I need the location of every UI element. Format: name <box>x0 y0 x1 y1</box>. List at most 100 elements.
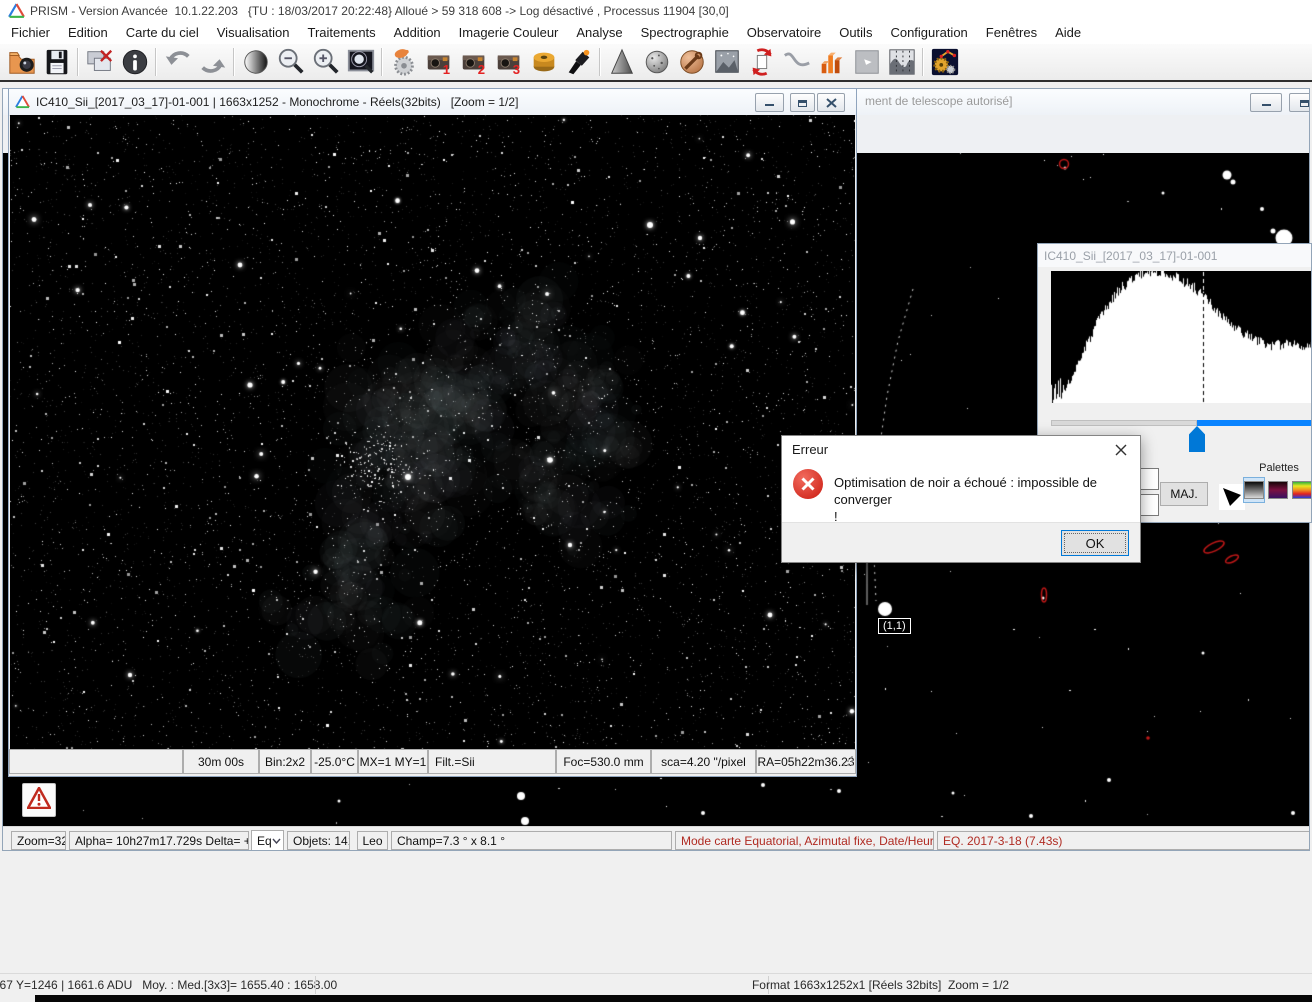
svg-text:2: 2 <box>477 62 484 77</box>
menu-item-carte-du-ciel[interactable]: Carte du ciel <box>117 22 208 44</box>
close-button[interactable] <box>817 93 845 112</box>
image-status-segment: Filt.=Sii <box>428 749 556 774</box>
histogram-slider-track[interactable] <box>1051 420 1197 426</box>
update-button[interactable]: MAJ. <box>1160 482 1208 506</box>
camera-2-icon[interactable]: 2 <box>456 46 491 78</box>
taskbar-edge[interactable] <box>35 995 1312 1002</box>
palette-grayscale[interactable] <box>1244 481 1264 499</box>
minimize-button[interactable] <box>1250 93 1282 112</box>
image-info-icon[interactable] <box>117 46 152 78</box>
format-readout: Format 1663x1252x1 [Réels 32bits] Zoom =… <box>768 974 993 996</box>
black-arrow-tool[interactable] <box>1219 484 1245 510</box>
minimize-button[interactable] <box>755 93 784 112</box>
palettes-label: Palettes <box>1243 462 1312 474</box>
toolbar-separator <box>155 48 157 76</box>
app-title: PRISM - Version Avancée 10.1.22.203 {TU … <box>30 4 729 18</box>
toolbar-separator <box>922 48 924 76</box>
menu-item-addition[interactable]: Addition <box>385 22 450 44</box>
sky-object-label: (1,1) <box>878 618 911 634</box>
image-display-icon[interactable] <box>709 46 744 78</box>
restore-button[interactable] <box>790 93 815 112</box>
image-status-segment: Foc=530.0 mm <box>556 749 651 774</box>
menu-item-observatoire[interactable]: Observatoire <box>738 22 830 44</box>
menu-item-fichier[interactable]: Fichier <box>2 22 59 44</box>
restore-button[interactable] <box>1289 93 1310 112</box>
error-dialog-footer: OK <box>782 522 1140 562</box>
palette-option[interactable] <box>1268 478 1288 502</box>
menu-item-aide[interactable]: Aide <box>1046 22 1090 44</box>
spline-curve-icon[interactable] <box>779 46 814 78</box>
sky-chart-title: ment de telescope autorisé] <box>865 94 1012 108</box>
prism-logo-icon <box>8 3 25 24</box>
sky-status-segment: Mode carte Equatorial, Azimutal fixe, Da… <box>675 831 934 850</box>
prism-application: PRISM - Version Avancée 10.1.22.203 {TU … <box>0 0 1312 1002</box>
image-window: IC410_Sii_[2017_03_17]-01-001 | 1663x125… <box>8 88 857 777</box>
histogram-slider-handle[interactable] <box>1189 426 1205 452</box>
save-image-icon[interactable] <box>39 46 74 78</box>
close-images-icon[interactable] <box>82 46 117 78</box>
image-status-segment: Bin:2x2 <box>259 749 311 774</box>
zoom-out-icon[interactable] <box>273 46 308 78</box>
planet-sphere-icon[interactable] <box>639 46 674 78</box>
zoom-in-icon[interactable] <box>308 46 343 78</box>
palette-rainbow[interactable] <box>1292 481 1312 499</box>
resize-grip[interactable] <box>842 754 854 772</box>
palette-row <box>1243 477 1312 503</box>
close-icon[interactable] <box>1112 442 1130 458</box>
hand-gear-icon[interactable] <box>386 46 421 78</box>
palette-option[interactable] <box>1243 477 1265 503</box>
image-preview-icon[interactable] <box>343 46 378 78</box>
automation-gears-icon[interactable] <box>927 46 962 78</box>
menu-item-analyse[interactable]: Analyse <box>567 22 631 44</box>
image-status-segment: RA=05h22m36.23 <box>756 749 856 774</box>
app-titlebar[interactable]: PRISM - Version Avancée 10.1.22.203 {TU … <box>0 0 1312 22</box>
camera-3-icon[interactable]: 3 <box>491 46 526 78</box>
dome-cone-icon[interactable] <box>604 46 639 78</box>
sky-status-segment: Zoom=32 <box>11 831 66 850</box>
svg-text:3: 3 <box>512 62 519 77</box>
ok-button[interactable]: OK <box>1061 530 1129 556</box>
refresh-rotate-icon[interactable] <box>744 46 779 78</box>
open-image-icon[interactable] <box>4 46 39 78</box>
image-status-segment: -25.0°C <box>311 749 358 774</box>
sky-status-segment: Leo <box>357 831 388 850</box>
sky-status-segment: Alpha= 10h27m17.729s Delta= +22°10'09.08… <box>69 831 249 850</box>
toolbar: 1 2 3 <box>0 44 1312 80</box>
menu-item-configuration[interactable]: Configuration <box>881 22 976 44</box>
menu-item-imagerie-couleur[interactable]: Imagerie Couleur <box>450 22 568 44</box>
menu-item-visualisation[interactable]: Visualisation <box>208 22 299 44</box>
sky-status-segment: EQ. 2017-3-18 (7.43s) <box>937 831 1310 850</box>
camera-1-icon[interactable]: 1 <box>421 46 456 78</box>
histogram-plot[interactable] <box>1051 271 1312 403</box>
laser-focuser-icon[interactable] <box>561 46 596 78</box>
image-window-title: IC410_Sii_[2017_03_17]-01-001 | 1663x125… <box>36 95 518 109</box>
palette-option[interactable] <box>1292 478 1312 502</box>
menu-item-edition[interactable]: Edition <box>59 22 117 44</box>
menu-item-fen-tres[interactable]: Fenêtres <box>977 22 1046 44</box>
palette-red-purple[interactable] <box>1268 481 1288 499</box>
setup-wrench-icon[interactable] <box>674 46 709 78</box>
menu-item-traitements[interactable]: Traitements <box>299 22 385 44</box>
coordinate-system-dropdown[interactable]: Eq <box>251 830 284 851</box>
menu-item-outils[interactable]: Outils <box>830 22 881 44</box>
image-status-segment: sca=4.20 "/pixel <box>651 749 756 774</box>
redo-icon[interactable] <box>195 46 230 78</box>
image-window-titlebar[interactable]: IC410_Sii_[2017_03_17]-01-001 | 1663x125… <box>9 89 856 116</box>
toolbar-separator <box>77 48 79 76</box>
histogram-slider-fill[interactable] <box>1197 420 1312 426</box>
menu-bar: FichierEditionCarte du cielVisualisation… <box>0 22 1312 44</box>
screen-frame-icon[interactable] <box>849 46 884 78</box>
error-dialog-titlebar[interactable]: Erreur <box>782 436 1140 463</box>
histogram-3d-icon[interactable] <box>814 46 849 78</box>
astro-image-canvas[interactable] <box>10 115 855 749</box>
sky-status-segment: Objets: 1410 <box>287 831 350 850</box>
filter-wheel-icon[interactable] <box>526 46 561 78</box>
histogram-cuts-icon[interactable] <box>884 46 919 78</box>
error-dialog: Erreur Optimisation de noir a échoué : i… <box>781 435 1141 563</box>
threshold-sphere-icon[interactable] <box>238 46 273 78</box>
warning-alert-button[interactable] <box>22 783 56 817</box>
histogram-titlebar[interactable]: IC410_Sii_[2017_03_17]-01-001 <box>1038 244 1311 267</box>
menu-item-spectrographie[interactable]: Spectrographie <box>632 22 738 44</box>
image-window-statusbar: 30m 00sBin:2x2-25.0°CMX=1 MY=1Filt.=SiiF… <box>9 749 856 774</box>
undo-icon[interactable] <box>160 46 195 78</box>
